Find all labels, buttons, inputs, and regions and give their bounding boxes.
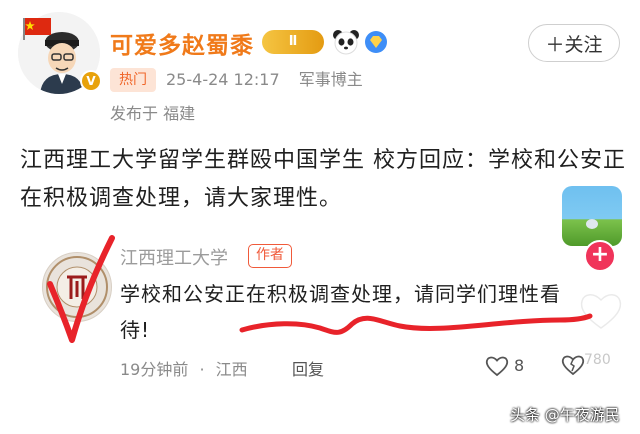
- watermark: 头条 @午夜游民: [510, 406, 620, 424]
- red-underline: [239, 313, 593, 335]
- red-check-mark: [47, 235, 115, 343]
- red-annotation-overlay: [47, 235, 593, 343]
